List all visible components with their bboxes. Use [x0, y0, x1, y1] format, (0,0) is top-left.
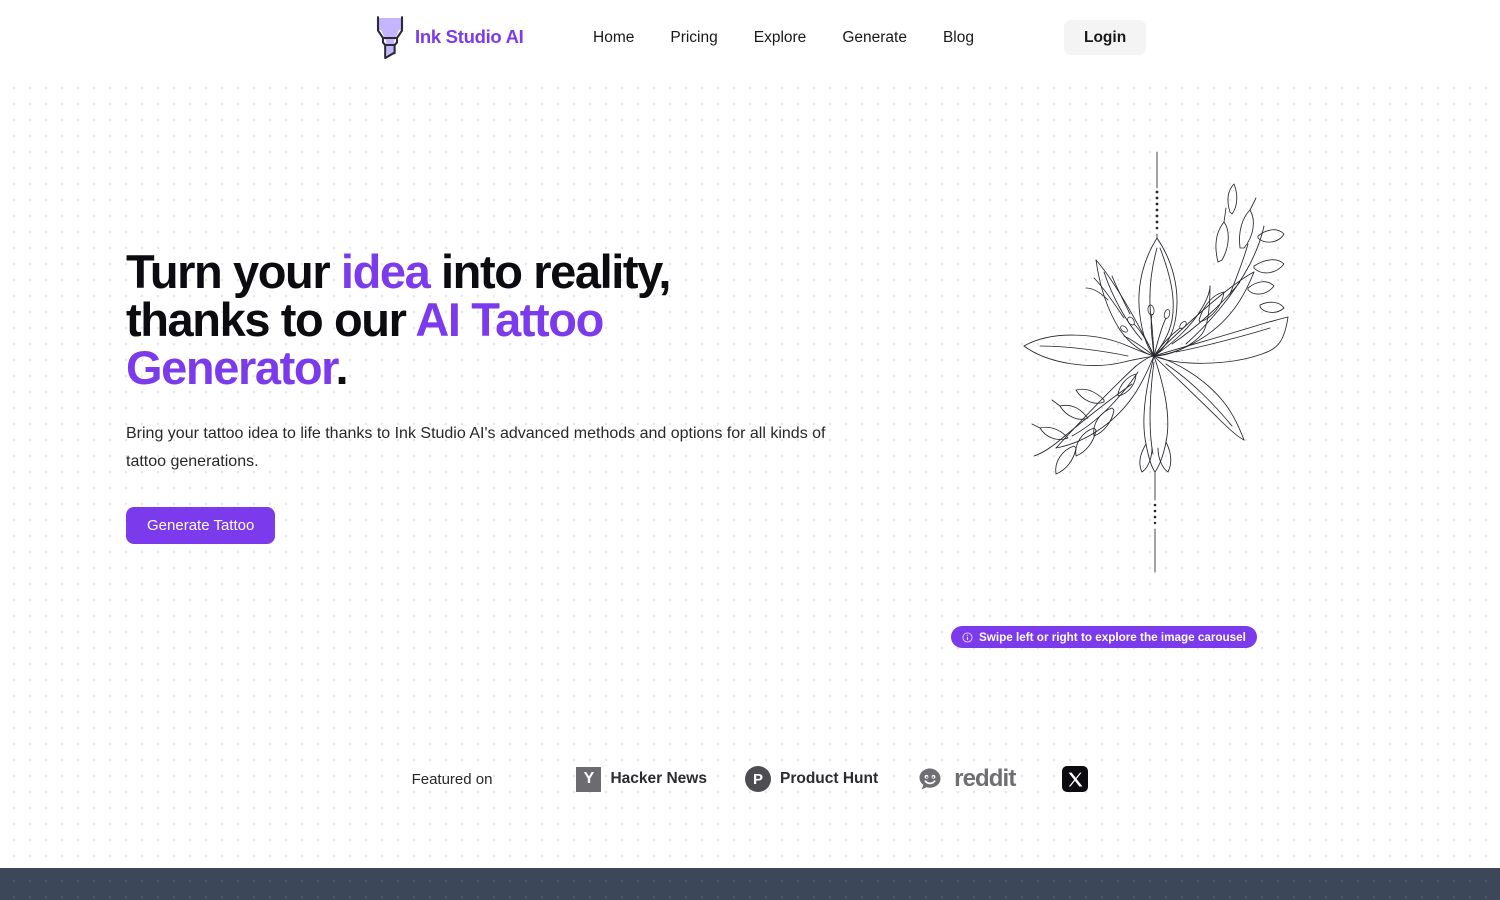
page-title: Turn your idea into reality, thanks to o…: [126, 248, 746, 392]
featured-on-label: Featured on: [411, 770, 493, 788]
main-navigation: Home Pricing Explore Generate Blog: [575, 0, 992, 75]
reddit-label: reddit: [954, 765, 1016, 792]
nav-item-pricing[interactable]: Pricing: [652, 21, 735, 55]
footer-band: [0, 868, 1500, 900]
hacker-news-label: Hacker News: [610, 770, 707, 787]
featured-x-twitter[interactable]: [1062, 766, 1089, 792]
hero-title-part1: Turn your: [126, 245, 341, 298]
info-circle-icon: [962, 631, 973, 643]
hero-section: Turn your idea into reality, thanks to o…: [126, 248, 886, 544]
brand-name: Ink Studio AI: [415, 26, 524, 47]
hacker-news-icon: Y: [576, 766, 602, 792]
hero-title-accent-idea: idea: [340, 245, 431, 298]
reddit-icon: [919, 768, 941, 790]
featured-product-hunt[interactable]: P Product Hunt: [744, 766, 879, 792]
generate-tattoo-button[interactable]: Generate Tattoo: [126, 507, 276, 544]
nav-item-explore[interactable]: Explore: [736, 21, 825, 55]
hero-title-period: .: [335, 341, 348, 394]
floral-line-art-illustration: [1023, 151, 1289, 573]
nav-item-blog[interactable]: Blog: [925, 21, 992, 55]
featured-reddit[interactable]: reddit: [916, 765, 1016, 793]
carousel-swipe-hint[interactable]: Swipe left or right to explore the image…: [951, 626, 1257, 648]
product-hunt-icon: P: [744, 766, 771, 792]
brand-logo-link[interactable]: Ink Studio AI: [372, 14, 524, 60]
featured-on-section: Featured on Y Hacker News P Product Hunt…: [0, 765, 1500, 793]
nav-item-home[interactable]: Home: [575, 21, 652, 55]
x-twitter-icon: [1062, 766, 1089, 792]
tattoo-artwork-carousel-image[interactable]: [1000, 148, 1310, 588]
landing-page: Ink Studio AI Home Pricing Explore Gener…: [0, 0, 1500, 900]
product-hunt-label: Product Hunt: [779, 770, 879, 787]
hero-subtitle: Bring your tattoo idea to life thanks to…: [126, 425, 826, 470]
nav-item-generate[interactable]: Generate: [824, 21, 925, 55]
carousel-swipe-hint-label: Swipe left or right to explore the image…: [979, 630, 1246, 644]
featured-hacker-news[interactable]: Y Hacker News: [576, 766, 707, 792]
site-header: Ink Studio AI Home Pricing Explore Gener…: [0, 0, 1500, 75]
tattoo-ink-funnel-icon: [376, 16, 404, 60]
login-button[interactable]: Login: [1064, 20, 1147, 55]
